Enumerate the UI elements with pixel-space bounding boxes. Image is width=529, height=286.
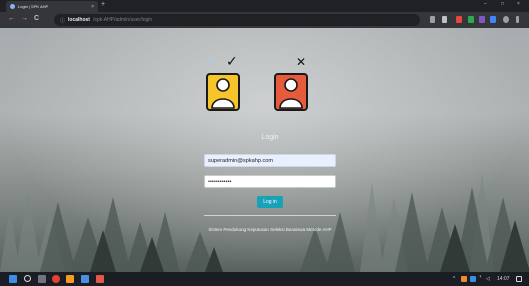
notification-icon[interactable] [516, 276, 522, 282]
star-icon[interactable] [442, 16, 447, 23]
wifi-icon[interactable]: ꜛ [479, 276, 482, 282]
menu-icon[interactable] [516, 16, 519, 23]
search-icon[interactable] [24, 275, 31, 282]
browser-favicon-icon [10, 4, 15, 9]
close-window-button[interactable]: × [517, 1, 520, 7]
key-icon[interactable] [430, 16, 435, 23]
email-field[interactable] [204, 154, 336, 167]
check-icon: ✓ [226, 54, 238, 70]
back-arrow-icon[interactable]: ← [8, 15, 15, 22]
tray-app-icon[interactable] [470, 276, 476, 282]
user-icon [206, 73, 240, 111]
cross-icon: ✕ [296, 55, 307, 69]
app-icon[interactable] [96, 275, 104, 283]
chrome-icon[interactable] [52, 275, 60, 283]
app-icon[interactable] [81, 275, 89, 283]
reload-icon[interactable]: C [34, 15, 39, 22]
minimize-button[interactable]: – [484, 1, 487, 7]
clock[interactable]: 14:07 [497, 276, 510, 282]
chevron-up-icon[interactable]: ^ [453, 276, 455, 282]
browser-toolbar: ← → C ⓘ localhost /spk-AHP/admin/user/lo… [0, 12, 529, 28]
login-button[interactable]: Log in [257, 196, 283, 208]
browser-tab-login[interactable]: Login | SPK AHP × [6, 1, 98, 12]
volume-icon[interactable]: ◁ [486, 276, 490, 282]
url-path: /spk-AHP/admin/user/login [92, 17, 153, 23]
app-logo: + · [206, 58, 308, 111]
svg-text:·: · [252, 61, 254, 69]
tab-title: Login | SPK AHP [18, 4, 49, 9]
profile-icon[interactable] [503, 16, 509, 23]
maximize-button[interactable]: □ [501, 1, 504, 7]
password-field[interactable] [204, 175, 336, 188]
forward-arrow-icon[interactable]: → [21, 15, 28, 22]
tray-app-icon[interactable] [461, 276, 467, 282]
folder-icon[interactable] [66, 275, 74, 283]
new-tab-button[interactable]: + [101, 1, 105, 8]
tab-close-icon[interactable]: × [91, 4, 94, 10]
windows-start-icon[interactable] [9, 275, 17, 283]
browser-tab-strip: Login | SPK AHP × + – □ × [0, 0, 529, 12]
divider [204, 215, 336, 216]
extension-pdf-icon[interactable] [456, 16, 462, 23]
login-page: + · ✓ ✕ Login Log in Sistem Pendukung Ke… [0, 28, 529, 272]
task-view-icon[interactable] [38, 275, 46, 283]
page-title: Login [261, 134, 279, 141]
info-icon[interactable]: ⓘ [60, 17, 65, 24]
url-host: localhost [68, 17, 90, 23]
extension-blue-icon[interactable] [490, 16, 496, 23]
address-bar[interactable]: ⓘ localhost /spk-AHP/admin/user/login [54, 14, 420, 26]
svg-text:+: + [208, 58, 214, 66]
extension-green-icon[interactable] [468, 16, 474, 23]
extension-purple-icon[interactable] [479, 16, 485, 23]
taskbar: ^ ꜛ ◁ 14:07 [0, 272, 529, 286]
user-icon [274, 73, 308, 111]
app-description: Sistem Pendukung Keputusan Seleksi Beasi… [208, 227, 332, 232]
